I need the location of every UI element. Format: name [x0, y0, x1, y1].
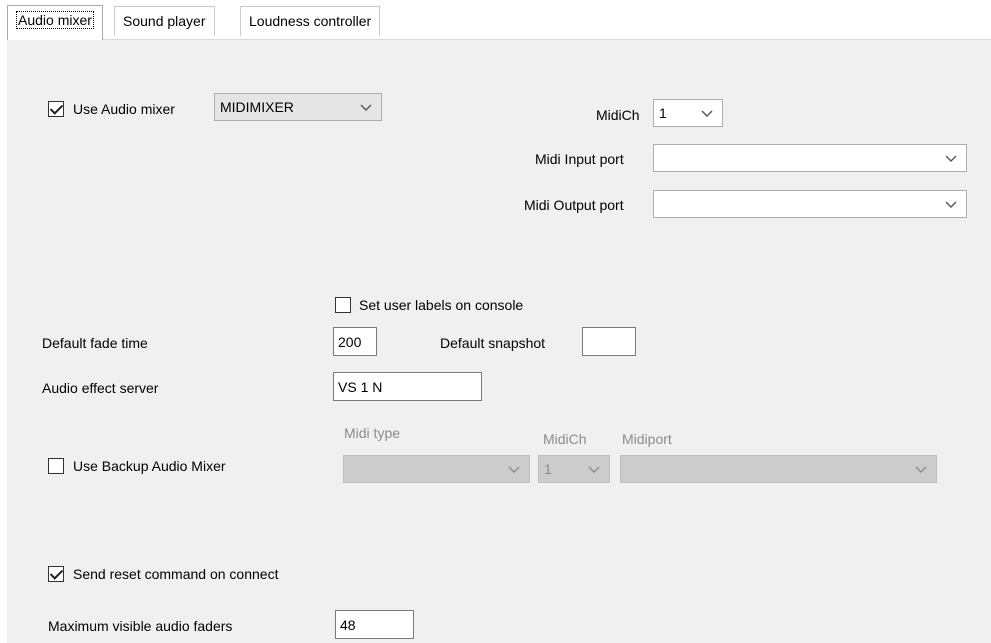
default-fade-time-label: Default fade time [42, 335, 148, 351]
max-visible-faders-field[interactable] [336, 611, 413, 638]
audio-effect-server-field[interactable] [334, 373, 481, 400]
chevron-down-icon [945, 201, 957, 208]
backup-midiport-label: Midiport [622, 431, 672, 447]
midi-output-port-dropdown[interactable] [653, 190, 967, 218]
midich-label: MidiCh [596, 107, 640, 123]
set-user-labels-label[interactable]: Set user labels on console [359, 296, 523, 314]
default-snapshot-field[interactable] [583, 328, 635, 355]
midi-input-port-label: Midi Input port [535, 151, 624, 167]
backup-midich-value: 1 [544, 461, 552, 477]
tab-label: Sound player [123, 13, 206, 29]
send-reset-command-checkbox[interactable] [48, 566, 64, 582]
default-snapshot-label: Default snapshot [440, 335, 546, 351]
tab-loudness-controller[interactable]: Loudness controller [240, 6, 381, 36]
midich-value: 1 [659, 105, 667, 121]
chevron-down-icon [945, 155, 957, 162]
backup-midi-type-dropdown[interactable] [343, 455, 530, 483]
backup-midich-label: MidiCh [543, 431, 587, 447]
send-reset-command-label[interactable]: Send reset command on connect [73, 565, 278, 583]
chevron-down-icon [588, 466, 600, 473]
midi-output-port-label: Midi Output port [524, 197, 624, 213]
default-fade-time-input[interactable] [333, 327, 377, 356]
use-backup-audio-mixer-label[interactable]: Use Backup Audio Mixer [73, 457, 226, 475]
use-audio-mixer-label[interactable]: Use Audio mixer [73, 100, 175, 118]
default-fade-time-field[interactable] [334, 328, 376, 355]
chevron-down-icon [701, 110, 713, 117]
backup-midi-type-label: Midi type [344, 425, 401, 441]
chevron-down-icon [915, 466, 927, 473]
use-backup-audio-mixer-checkbox[interactable] [48, 458, 64, 474]
default-snapshot-input[interactable] [582, 327, 636, 356]
midich-dropdown[interactable]: 1 [653, 99, 723, 127]
tab-strip: Audio mixer Sound player Loudness contro… [0, 0, 991, 40]
audio-mixer-type-value: MIDIMIXER [220, 99, 294, 115]
tab-sound-player[interactable]: Sound player [114, 6, 215, 36]
tab-audio-mixer[interactable]: Audio mixer [7, 5, 103, 40]
audio-effect-server-label: Audio effect server [42, 380, 159, 396]
tab-label: Audio mixer [16, 11, 94, 29]
chevron-down-icon [360, 104, 372, 111]
audio-effect-server-input[interactable] [333, 372, 482, 401]
midi-input-port-dropdown[interactable] [653, 144, 967, 172]
backup-midiport-dropdown[interactable] [620, 455, 937, 483]
max-visible-faders-input[interactable] [335, 610, 414, 639]
tab-label: Loudness controller [249, 13, 372, 29]
chevron-down-icon [508, 466, 520, 473]
audio-mixer-type-dropdown[interactable]: MIDIMIXER [214, 93, 382, 121]
use-audio-mixer-checkbox[interactable] [48, 101, 64, 117]
backup-midich-dropdown[interactable]: 1 [538, 455, 610, 483]
max-visible-faders-label: Maximum visible audio faders [48, 618, 233, 634]
set-user-labels-checkbox[interactable] [335, 297, 351, 313]
